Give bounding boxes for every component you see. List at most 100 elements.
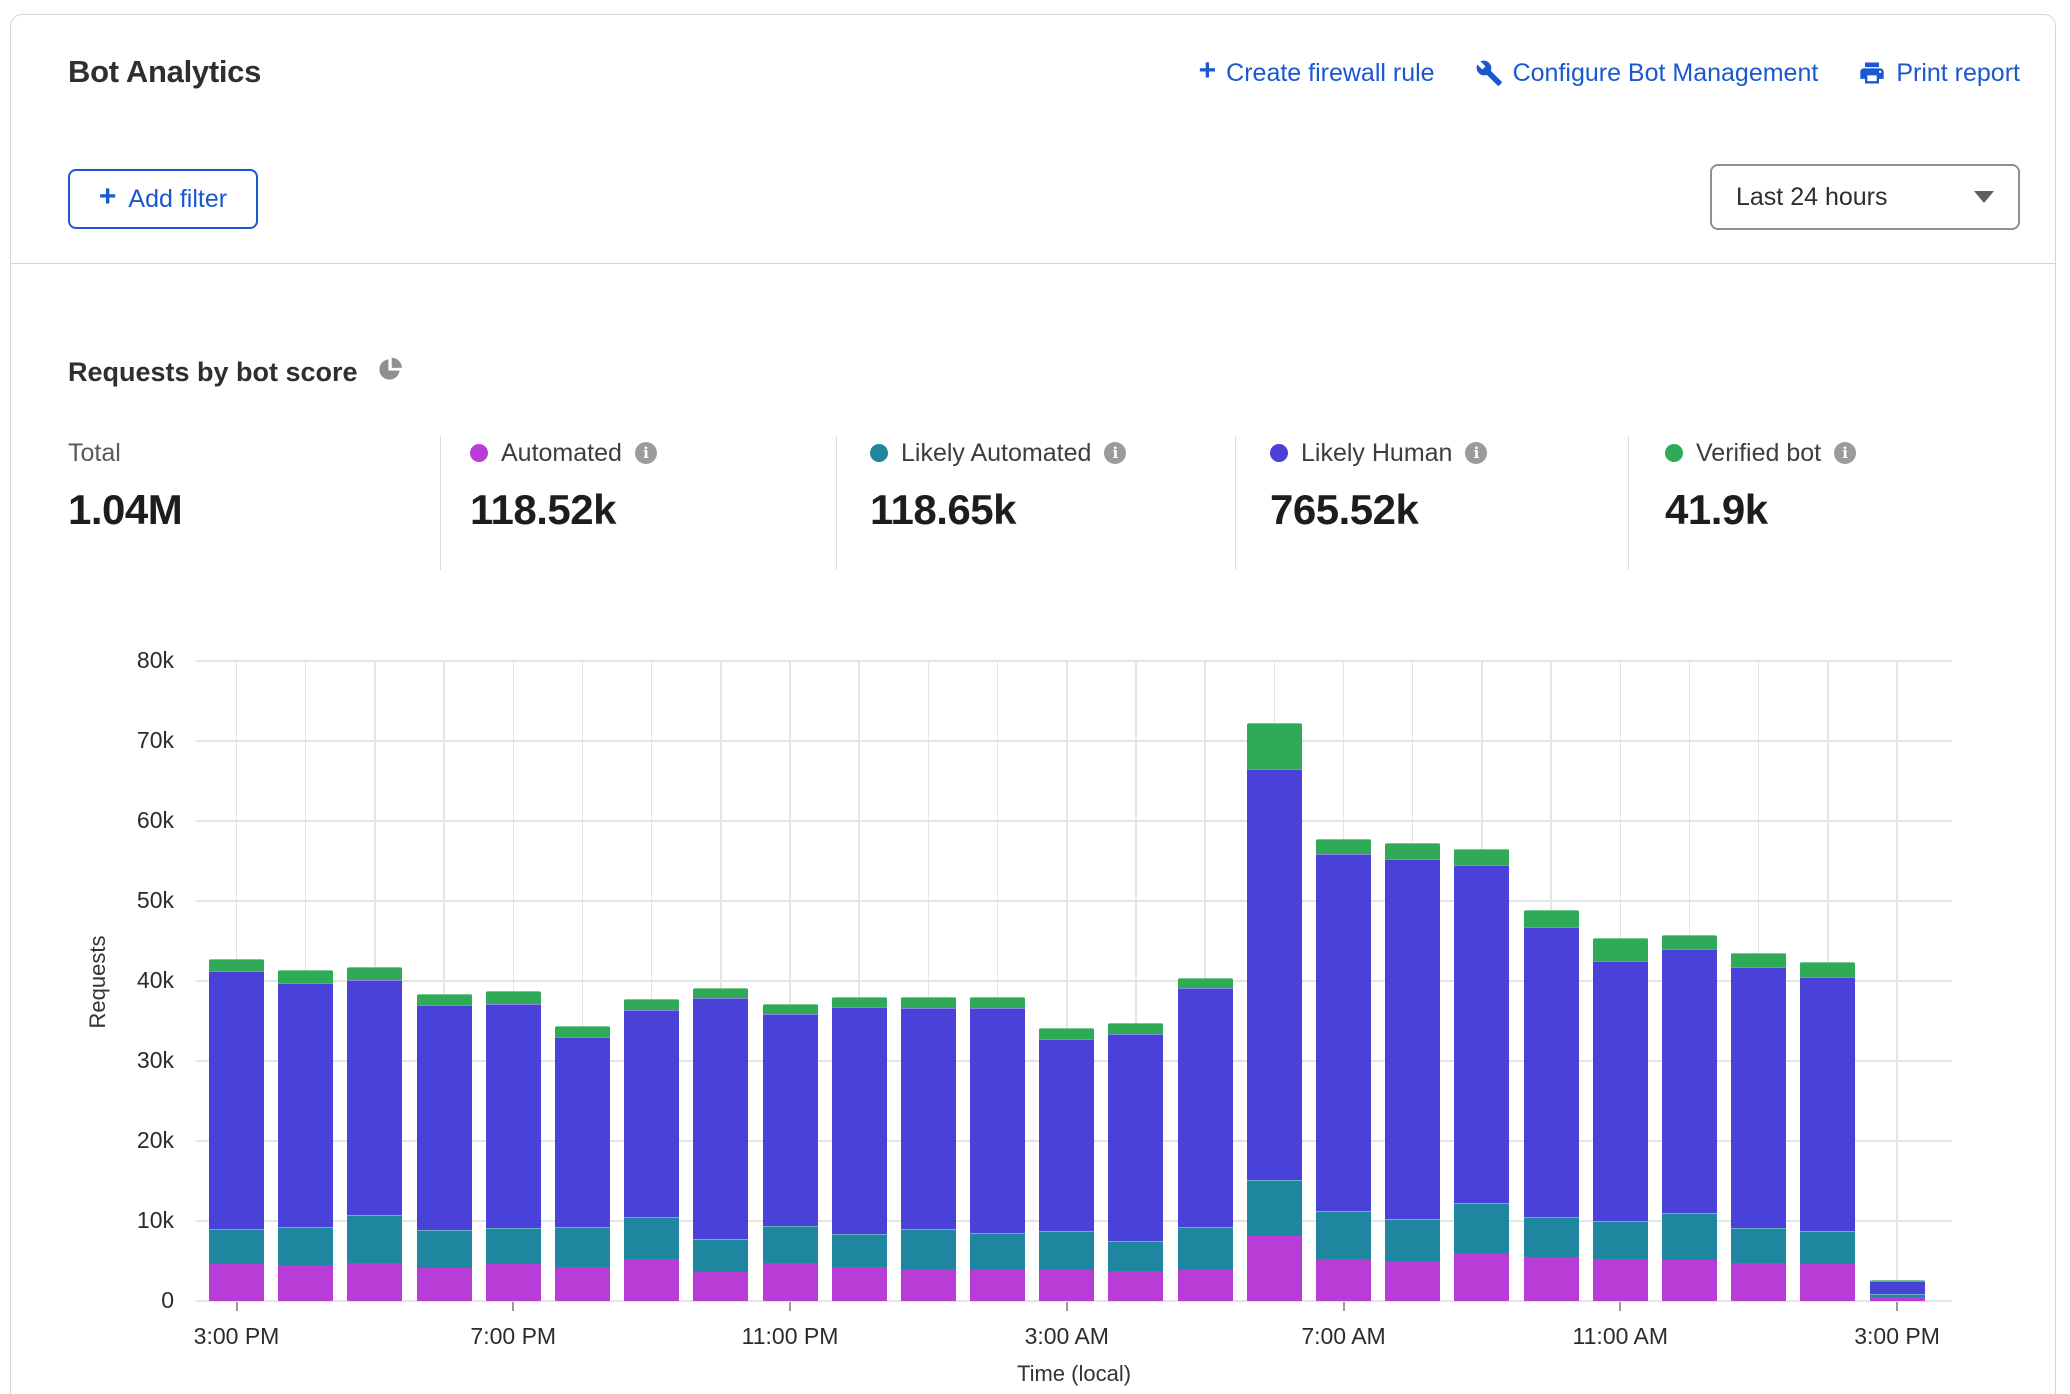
stat-value: 41.9k — [1665, 486, 1856, 534]
chart-bar[interactable] — [1593, 938, 1648, 1301]
bar-segment-automated — [1247, 1236, 1302, 1301]
add-filter-label: Add filter — [128, 185, 227, 214]
x-axis-tick — [1896, 1302, 1898, 1311]
bar-segment-verified-bot — [347, 967, 402, 980]
info-icon[interactable]: i — [1834, 442, 1856, 464]
chart-bar[interactable] — [1731, 953, 1786, 1301]
print-report-link[interactable]: Print report — [1858, 59, 2020, 88]
chart-bar[interactable] — [1178, 978, 1233, 1301]
chart-bar[interactable] — [1524, 910, 1579, 1301]
y-axis-tick-label: 30k — [84, 1047, 174, 1074]
stat-divider — [440, 436, 441, 570]
bar-segment-likely-automated — [1385, 1219, 1440, 1261]
chart-bar[interactable] — [417, 994, 472, 1301]
bar-segment-verified-bot — [901, 997, 956, 1008]
chart-bar[interactable] — [763, 1004, 818, 1301]
x-axis-tick-label: 3:00 PM — [147, 1323, 327, 1350]
chart-bar[interactable] — [555, 1026, 610, 1301]
bar-segment-automated — [763, 1263, 818, 1301]
bar-segment-likely-human — [209, 971, 264, 1229]
bar-segment-likely-human — [278, 983, 333, 1227]
bar-segment-automated — [278, 1265, 333, 1301]
stat-total: Total1.04M — [68, 438, 182, 534]
wrench-icon — [1475, 59, 1503, 87]
info-icon[interactable]: i — [635, 442, 657, 464]
configure-bot-management-label: Configure Bot Management — [1513, 59, 1819, 88]
bar-segment-likely-automated — [832, 1234, 887, 1267]
bar-segment-automated — [486, 1264, 541, 1301]
y-axis-tick-label: 10k — [84, 1207, 174, 1234]
chart-bar[interactable] — [1316, 839, 1371, 1301]
chart-bar[interactable] — [693, 988, 748, 1301]
bar-segment-automated — [209, 1264, 264, 1301]
bar-segment-likely-human — [1662, 949, 1717, 1213]
stat-value: 765.52k — [1270, 486, 1487, 534]
chart-bar[interactable] — [1662, 935, 1717, 1301]
stat-value: 118.52k — [470, 486, 657, 534]
bar-segment-automated — [1662, 1260, 1717, 1301]
bar-segment-verified-bot — [278, 970, 333, 983]
chart-bar[interactable] — [347, 967, 402, 1301]
chart-bar[interactable] — [486, 991, 541, 1301]
bar-segment-likely-human — [1316, 854, 1371, 1211]
chart-bar[interactable] — [901, 997, 956, 1301]
bar-segment-likely-automated — [486, 1228, 541, 1264]
bar-segment-verified-bot — [209, 959, 264, 971]
y-axis-tick-label: 40k — [84, 967, 174, 994]
chart-bar[interactable] — [1385, 843, 1440, 1301]
y-axis-tick-label: 80k — [84, 647, 174, 674]
chart-bar[interactable] — [1800, 962, 1855, 1301]
bar-segment-likely-human — [1039, 1039, 1094, 1232]
bar-segment-likely-automated — [1316, 1211, 1371, 1259]
x-axis-tick-label: 3:00 PM — [1807, 1323, 1987, 1350]
configure-bot-management-link[interactable]: Configure Bot Management — [1475, 59, 1819, 88]
bar-segment-likely-human — [1524, 927, 1579, 1217]
bar-segment-automated — [693, 1272, 748, 1301]
chart-bar[interactable] — [1454, 849, 1509, 1301]
bar-segment-automated — [970, 1270, 1025, 1301]
bar-segment-likely-automated — [555, 1227, 610, 1267]
bar-segment-automated — [624, 1259, 679, 1301]
bar-segment-verified-bot — [832, 997, 887, 1007]
bar-segment-verified-bot — [1593, 938, 1648, 961]
page-title: Bot Analytics — [68, 54, 261, 90]
bar-segment-automated — [1593, 1259, 1648, 1301]
chart-bar[interactable] — [832, 997, 887, 1301]
x-axis-title: Time (local) — [974, 1361, 1174, 1387]
bar-segment-verified-bot — [1524, 910, 1579, 927]
stat-label-row: Likely Humani — [1270, 438, 1487, 468]
section-title-row: Requests by bot score — [68, 356, 403, 388]
bar-segment-likely-automated — [624, 1217, 679, 1259]
add-filter-button[interactable]: + Add filter — [68, 169, 258, 229]
bar-segment-likely-human — [1108, 1034, 1163, 1241]
stat-label: Automated — [501, 439, 622, 468]
bar-segment-likely-automated — [1247, 1180, 1302, 1236]
bar-segment-likely-human — [970, 1008, 1025, 1233]
print-report-label: Print report — [1896, 59, 2020, 88]
chart-bar[interactable] — [1870, 1280, 1925, 1301]
time-range-select[interactable]: Last 24 hours — [1710, 164, 2020, 230]
info-icon[interactable]: i — [1104, 442, 1126, 464]
chart-bar[interactable] — [624, 999, 679, 1301]
x-axis-tick — [1619, 1302, 1621, 1311]
time-range-value: Last 24 hours — [1736, 183, 1974, 212]
chart-bar[interactable] — [1108, 1023, 1163, 1301]
create-firewall-rule-link[interactable]: + Create firewall rule — [1199, 58, 1435, 88]
bar-segment-verified-bot — [1731, 953, 1786, 967]
bar-segment-verified-bot — [1108, 1023, 1163, 1034]
info-icon[interactable]: i — [1465, 442, 1487, 464]
bar-segment-verified-bot — [1247, 723, 1302, 769]
bar-segment-likely-human — [624, 1010, 679, 1217]
chart-bar[interactable] — [970, 997, 1025, 1301]
chart-bar[interactable] — [1247, 723, 1302, 1301]
chart-bar[interactable] — [278, 970, 333, 1301]
bar-segment-automated — [901, 1270, 956, 1301]
stat-label: Likely Automated — [901, 439, 1091, 468]
chart-bar[interactable] — [209, 959, 264, 1301]
bar-segment-likely-human — [763, 1014, 818, 1226]
chart-bar[interactable] — [1039, 1028, 1094, 1301]
stat-label-row: Automated i — [470, 438, 657, 468]
bar-segment-likely-human — [1454, 865, 1509, 1203]
stat-likely-human: Likely Humani 765.52k — [1270, 438, 1487, 534]
bar-segment-automated — [1316, 1259, 1371, 1301]
